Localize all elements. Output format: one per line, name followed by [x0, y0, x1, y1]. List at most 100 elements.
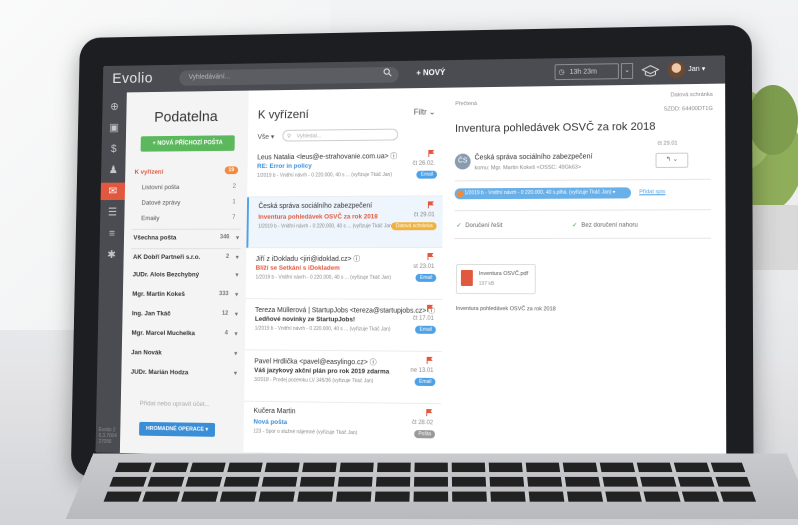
nav-label: AK Dobří Partneři s.r.o. — [132, 254, 201, 261]
version-label: Evolio 2 0.3.7004 27056 — [98, 427, 117, 445]
case-assignment-pill[interactable]: 1/2019 b - Vnitřní návrh - 0 220.000, 40… — [454, 187, 632, 200]
nav-item-vsechna-posta[interactable]: Všechna pošta 346 ▾ — [133, 234, 239, 248]
filter-button[interactable]: Filtr ⌄ — [414, 108, 436, 117]
flag-icon[interactable] — [427, 201, 434, 209]
sender-avatar: ČS — [454, 153, 471, 170]
filter-icon[interactable]: ≡ — [105, 227, 118, 241]
count-label: 346 — [219, 234, 230, 241]
add-account-link[interactable]: Přidat nebo upravit účet... — [140, 400, 210, 408]
message-date: čt 26.02. — [412, 160, 436, 167]
bulk-operations-button[interactable]: HROMADNÉ OPERACE ▾ — [139, 421, 216, 437]
nav-item-listovni-posta[interactable]: Listovní pošta 2 — [142, 184, 240, 198]
nav-item-datove-zpravy[interactable]: Datové zprávy 1 — [141, 199, 239, 213]
nav-item-ak-dobri-partneri[interactable]: AK Dobří Partneři s.r.o. 2 ▾ — [133, 254, 239, 268]
message-type-badge: Pošta — [414, 430, 436, 439]
count-label: 1 — [232, 199, 236, 206]
message-row[interactable]: Leus Natalia <leus@e-strahovanie.com.ua>… — [247, 144, 444, 198]
global-search-input[interactable]: Vyhledávání... — [179, 66, 399, 86]
message-meta: 1/2019 b - Vnitřní návrh - 0 220.000, 40… — [256, 171, 392, 179]
message-meta: 1/2019 b - Vnitřní návrh - 0 220.000, 40… — [254, 325, 391, 333]
nav-item-marcel-muchelka[interactable]: Mgr. Marcel Muchelka 4 ▾ — [131, 330, 237, 344]
message-row[interactable]: Tereza Müllerová | StartupJobs <tereza@s… — [244, 299, 442, 352]
nav-item-jan-tkac[interactable]: Ing. Jan Tkáč 12 ▾ — [132, 310, 238, 324]
chevron-down-icon[interactable]: ▾ — [235, 291, 238, 298]
divider — [131, 248, 241, 250]
attachment-size: 197 kB — [478, 281, 495, 288]
read-status: Přečtená — [455, 101, 477, 108]
nav-item-marian-hodza[interactable]: JUDr. Marián Hodza ▾ — [131, 369, 237, 384]
divider — [454, 178, 711, 182]
list-icon[interactable]: ☰ — [106, 206, 119, 220]
user-menu[interactable]: Jan ▾ — [688, 65, 705, 73]
new-button[interactable]: + NOVÝ — [416, 68, 445, 77]
reply-button[interactable]: ↰ ⌄ — [655, 152, 689, 169]
message-row[interactable]: Kučera Martin Nová pošta 123 - Spor o sl… — [243, 401, 442, 457]
recipient-label: komu: Mgr. Martin Kokeš <OSSC: 49Gk63> — [474, 164, 582, 172]
nav-item-alois-bezchybny[interactable]: JUDr. Alois Bezchybný ▾ — [132, 271, 239, 285]
no-response-status[interactable]: ✓ Bez doručení nahoru — [572, 222, 638, 229]
timer-display[interactable]: ◷ 13h 23m — [554, 63, 619, 81]
flag-icon[interactable] — [428, 149, 435, 157]
chevron-down-icon[interactable]: ▾ — [234, 350, 237, 357]
briefcase-icon[interactable]: ▣ — [107, 121, 120, 135]
list-search-input[interactable]: ⚲ Vyhledat... — [282, 128, 399, 142]
message-list-panel: K vyřízení Filtr ⌄ Vše ▾ ⚲ Vyhledat... L… — [243, 87, 445, 459]
pdf-file-icon — [460, 269, 473, 286]
count-label: 333 — [218, 291, 229, 298]
search-icon[interactable] — [383, 68, 392, 77]
all-filter-dropdown[interactable]: Vše ▾ — [257, 133, 274, 141]
message-type-badge: Email — [415, 377, 436, 387]
case-dot-icon — [456, 190, 464, 198]
nav-item-emaily[interactable]: Emaily 7 — [141, 215, 239, 229]
flag-icon[interactable] — [426, 356, 433, 364]
chevron-down-icon[interactable]: ▾ — [235, 331, 238, 338]
chevron-down-icon[interactable]: ▾ — [234, 370, 237, 377]
count-label: 2 — [225, 254, 230, 260]
user-avatar[interactable] — [667, 61, 686, 79]
message-row[interactable]: Pavel Hrdlička <pavel@easylingo.cz> ⓘ Vá… — [244, 350, 442, 405]
flag-icon[interactable] — [427, 305, 434, 312]
dollar-icon[interactable]: $ — [107, 142, 120, 156]
delivery-status[interactable]: ✓ Doručení řešit — [456, 222, 502, 229]
count-label: 7 — [232, 214, 236, 221]
message-subject: RE: Error in policy — [257, 162, 312, 171]
nav-item-k-vyrizeni[interactable]: K vyřízení 19 — [134, 166, 240, 182]
message-sender: Kučera Martin — [253, 407, 296, 416]
gear-icon[interactable]: ✱ — [105, 248, 118, 262]
chevron-down-icon[interactable]: ▾ — [235, 272, 238, 279]
chevron-down-icon[interactable]: ▾ — [236, 234, 239, 241]
attachment-name: Inventura OSVČ.pdf — [478, 270, 529, 278]
nav-item-jan-novak[interactable]: Jan Novák ▾ — [131, 349, 237, 364]
message-date: čt 29.01 — [413, 212, 435, 219]
key-row — [109, 476, 751, 487]
add-case-link[interactable]: Přidat spis — [639, 189, 665, 195]
flag-icon[interactable] — [426, 409, 432, 416]
message-subject: Blíží se Setkání s iDokladem — [255, 264, 340, 272]
chevron-down-icon[interactable]: ▾ — [236, 254, 239, 261]
new-incoming-mail-button[interactable]: + NOVÁ PŘÍCHOZÍ POŠTA — [140, 135, 235, 152]
source-label: Datová schránka — [670, 91, 713, 99]
person-icon[interactable]: ♟ — [107, 163, 120, 177]
nav-label: Listovní pošta — [141, 184, 180, 192]
message-type-badge: Email — [415, 325, 436, 334]
timer-dropdown[interactable]: ⌄ — [620, 62, 634, 80]
app-logo[interactable]: Evolio — [112, 70, 153, 87]
message-type-badge: Email — [416, 170, 438, 179]
sender-name[interactable]: Česká správa sociálního zabezpečení — [475, 153, 593, 161]
message-sender: Pavel Hrdlička <pavel@easylingo.cz> ⓘ — [254, 358, 377, 367]
graduation-cap-icon[interactable] — [641, 62, 659, 80]
attachment-card[interactable]: Inventura OSVČ.pdf 197 kB — [455, 263, 536, 295]
message-subject: Ledňové novinky ze StartupJobs! — [254, 315, 356, 324]
count-badge: 19 — [224, 166, 239, 175]
message-row-selected[interactable]: Česká správa sociálního zabezpečení Inve… — [246, 196, 443, 249]
key-row — [114, 462, 746, 473]
message-meta: 123 - Spor o služné nájemné (vyřizuje Tk… — [253, 428, 358, 437]
flag-icon[interactable] — [427, 253, 434, 260]
globe-icon[interactable]: ⊕ — [108, 100, 121, 114]
nav-label: Ing. Jan Tkáč — [131, 310, 171, 318]
app-screen: Evolio Vyhledávání... + NOVÝ ◷ 13h 23m ⌄… — [95, 55, 727, 464]
nav-item-martin-kokes[interactable]: Mgr. Martin Kokeš 333 ▾ — [132, 291, 238, 305]
message-row[interactable]: Jiří z iDokladu <jiri@idoklad.cz> ⓘ Blíž… — [245, 248, 443, 300]
mail-icon[interactable]: ✉ — [100, 182, 126, 201]
chevron-down-icon[interactable]: ▾ — [235, 311, 238, 318]
